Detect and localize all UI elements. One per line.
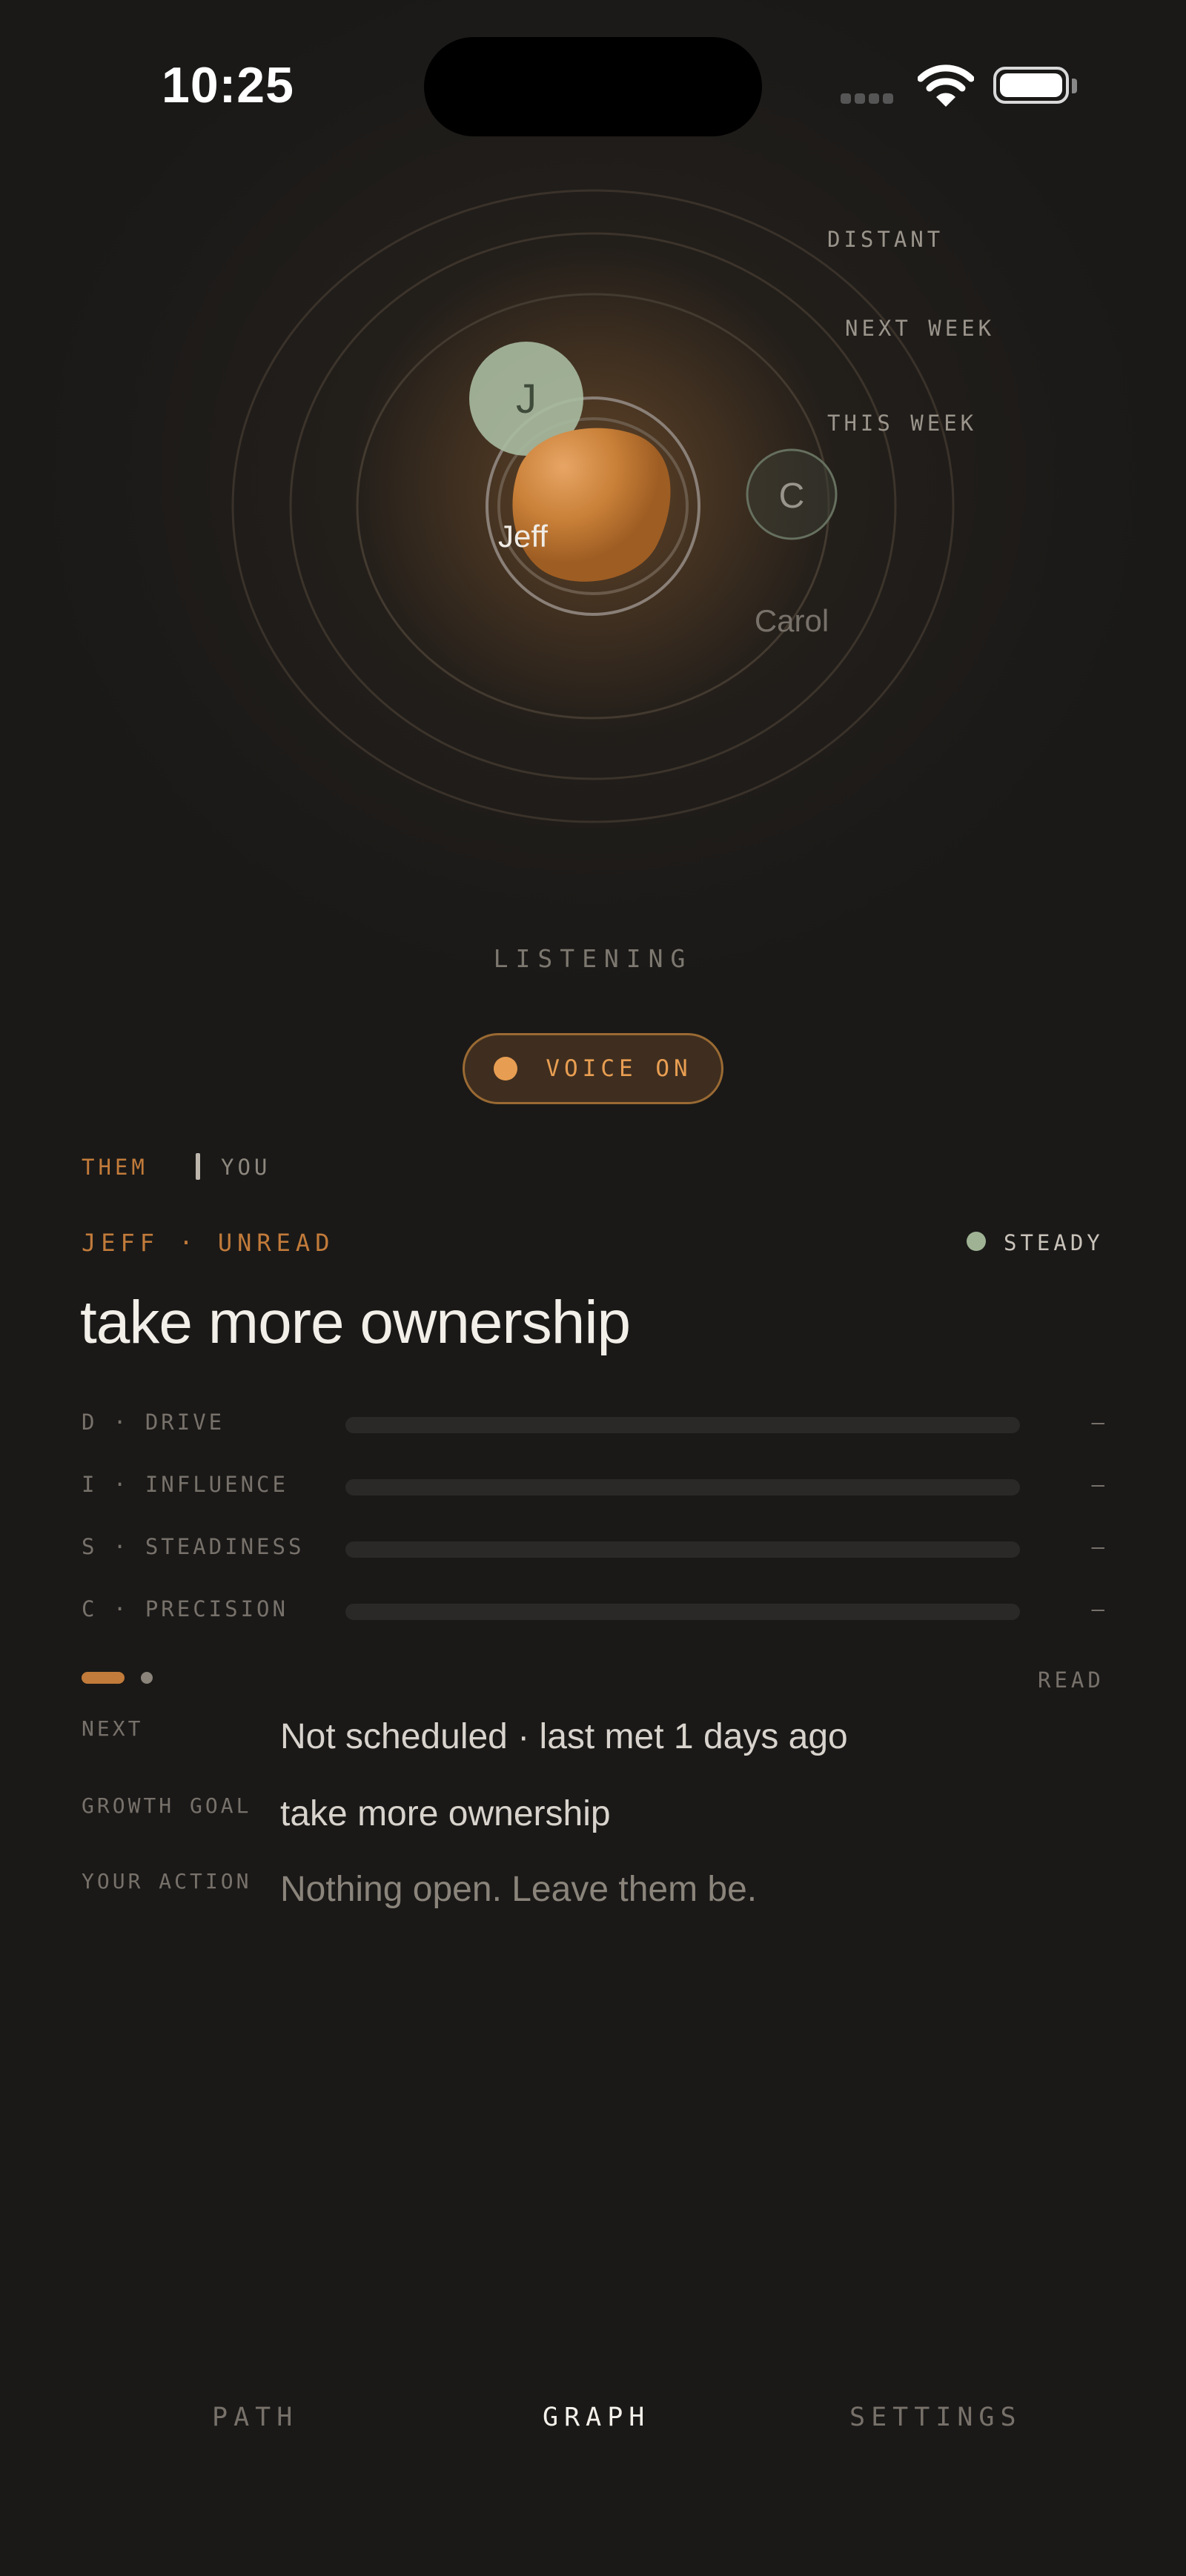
- steady-status-icon: [967, 1232, 986, 1251]
- disc-label: S · STEADINESS: [82, 1534, 305, 1559]
- disc-row-precision: C · PRECISION —: [82, 1596, 1104, 1626]
- disc-bar-track: [345, 1541, 1020, 1558]
- tab-them[interactable]: THEM: [82, 1155, 148, 1180]
- info-value-growth-goal: take more ownership: [280, 1794, 611, 1833]
- info-label-next: NEXT: [82, 1716, 144, 1741]
- info-value-your-action: Nothing open. Leave them be.: [280, 1870, 758, 1909]
- ring-label-next-week: NEXT WEEK: [845, 316, 995, 341]
- person-name-jeff: Jeff: [498, 519, 548, 554]
- disc-row-steadiness: S · STEADINESS —: [82, 1534, 1104, 1564]
- person-initial-carol: C: [779, 477, 805, 516]
- self-orb[interactable]: [512, 428, 671, 582]
- disc-row-drive: D · DRIVE —: [82, 1410, 1104, 1439]
- nav-graph[interactable]: GRAPH: [543, 2403, 650, 2432]
- disc-value: —: [1091, 1596, 1104, 1621]
- disc-value: —: [1091, 1534, 1104, 1559]
- disc-value: —: [1091, 1410, 1104, 1435]
- person-name-carol: Carol: [755, 603, 829, 638]
- battery-tip: [1072, 79, 1077, 93]
- status-time: 10:25: [162, 57, 294, 113]
- dynamic-island: [424, 37, 762, 136]
- voice-button-label: VOICE ON: [546, 1055, 692, 1082]
- battery-icon: [993, 67, 1069, 104]
- disc-row-influence: I · INFLUENCE —: [82, 1472, 1104, 1501]
- disc-bar-track: [345, 1417, 1020, 1433]
- tab-you[interactable]: YOU: [221, 1155, 271, 1180]
- listening-status: LISTENING: [493, 944, 693, 973]
- ring-label-distant: DISTANT: [827, 227, 944, 252]
- relationship-orbit-graph: J Jeff C Carol: [231, 189, 955, 823]
- cellular-signal-icon: [841, 93, 901, 105]
- disc-label: D · DRIVE: [82, 1410, 225, 1435]
- voice-toggle-button[interactable]: VOICE ON: [463, 1033, 723, 1104]
- page-indicator-inactive[interactable]: [141, 1672, 153, 1684]
- disc-bar-track: [345, 1604, 1020, 1620]
- info-label-your-action: YOUR ACTION: [82, 1869, 252, 1893]
- toggle-divider: [196, 1153, 200, 1180]
- disc-label: C · PRECISION: [82, 1596, 288, 1621]
- info-label-growth-goal: GROWTH GOAL: [82, 1793, 252, 1818]
- wifi-icon: [918, 64, 974, 107]
- nav-settings[interactable]: SETTINGS: [849, 2403, 1022, 2432]
- disc-value: —: [1091, 1472, 1104, 1497]
- voice-indicator-icon: [494, 1057, 518, 1080]
- person-status-line: JEFF · UNREAD: [82, 1229, 335, 1257]
- page-indicator-active[interactable]: [82, 1672, 125, 1684]
- info-value-next: Not scheduled · last met 1 days ago: [280, 1717, 848, 1756]
- person-initial-jeff: J: [516, 375, 537, 422]
- growth-headline: take more ownership: [80, 1289, 631, 1356]
- disc-label: I · INFLUENCE: [82, 1472, 288, 1497]
- nav-path[interactable]: PATH: [212, 2403, 298, 2432]
- steady-status-label: STEADY: [1004, 1230, 1104, 1255]
- disc-bar-track: [345, 1479, 1020, 1496]
- ring-label-this-week: THIS WEEK: [827, 411, 978, 436]
- read-label: READ: [1038, 1667, 1104, 1693]
